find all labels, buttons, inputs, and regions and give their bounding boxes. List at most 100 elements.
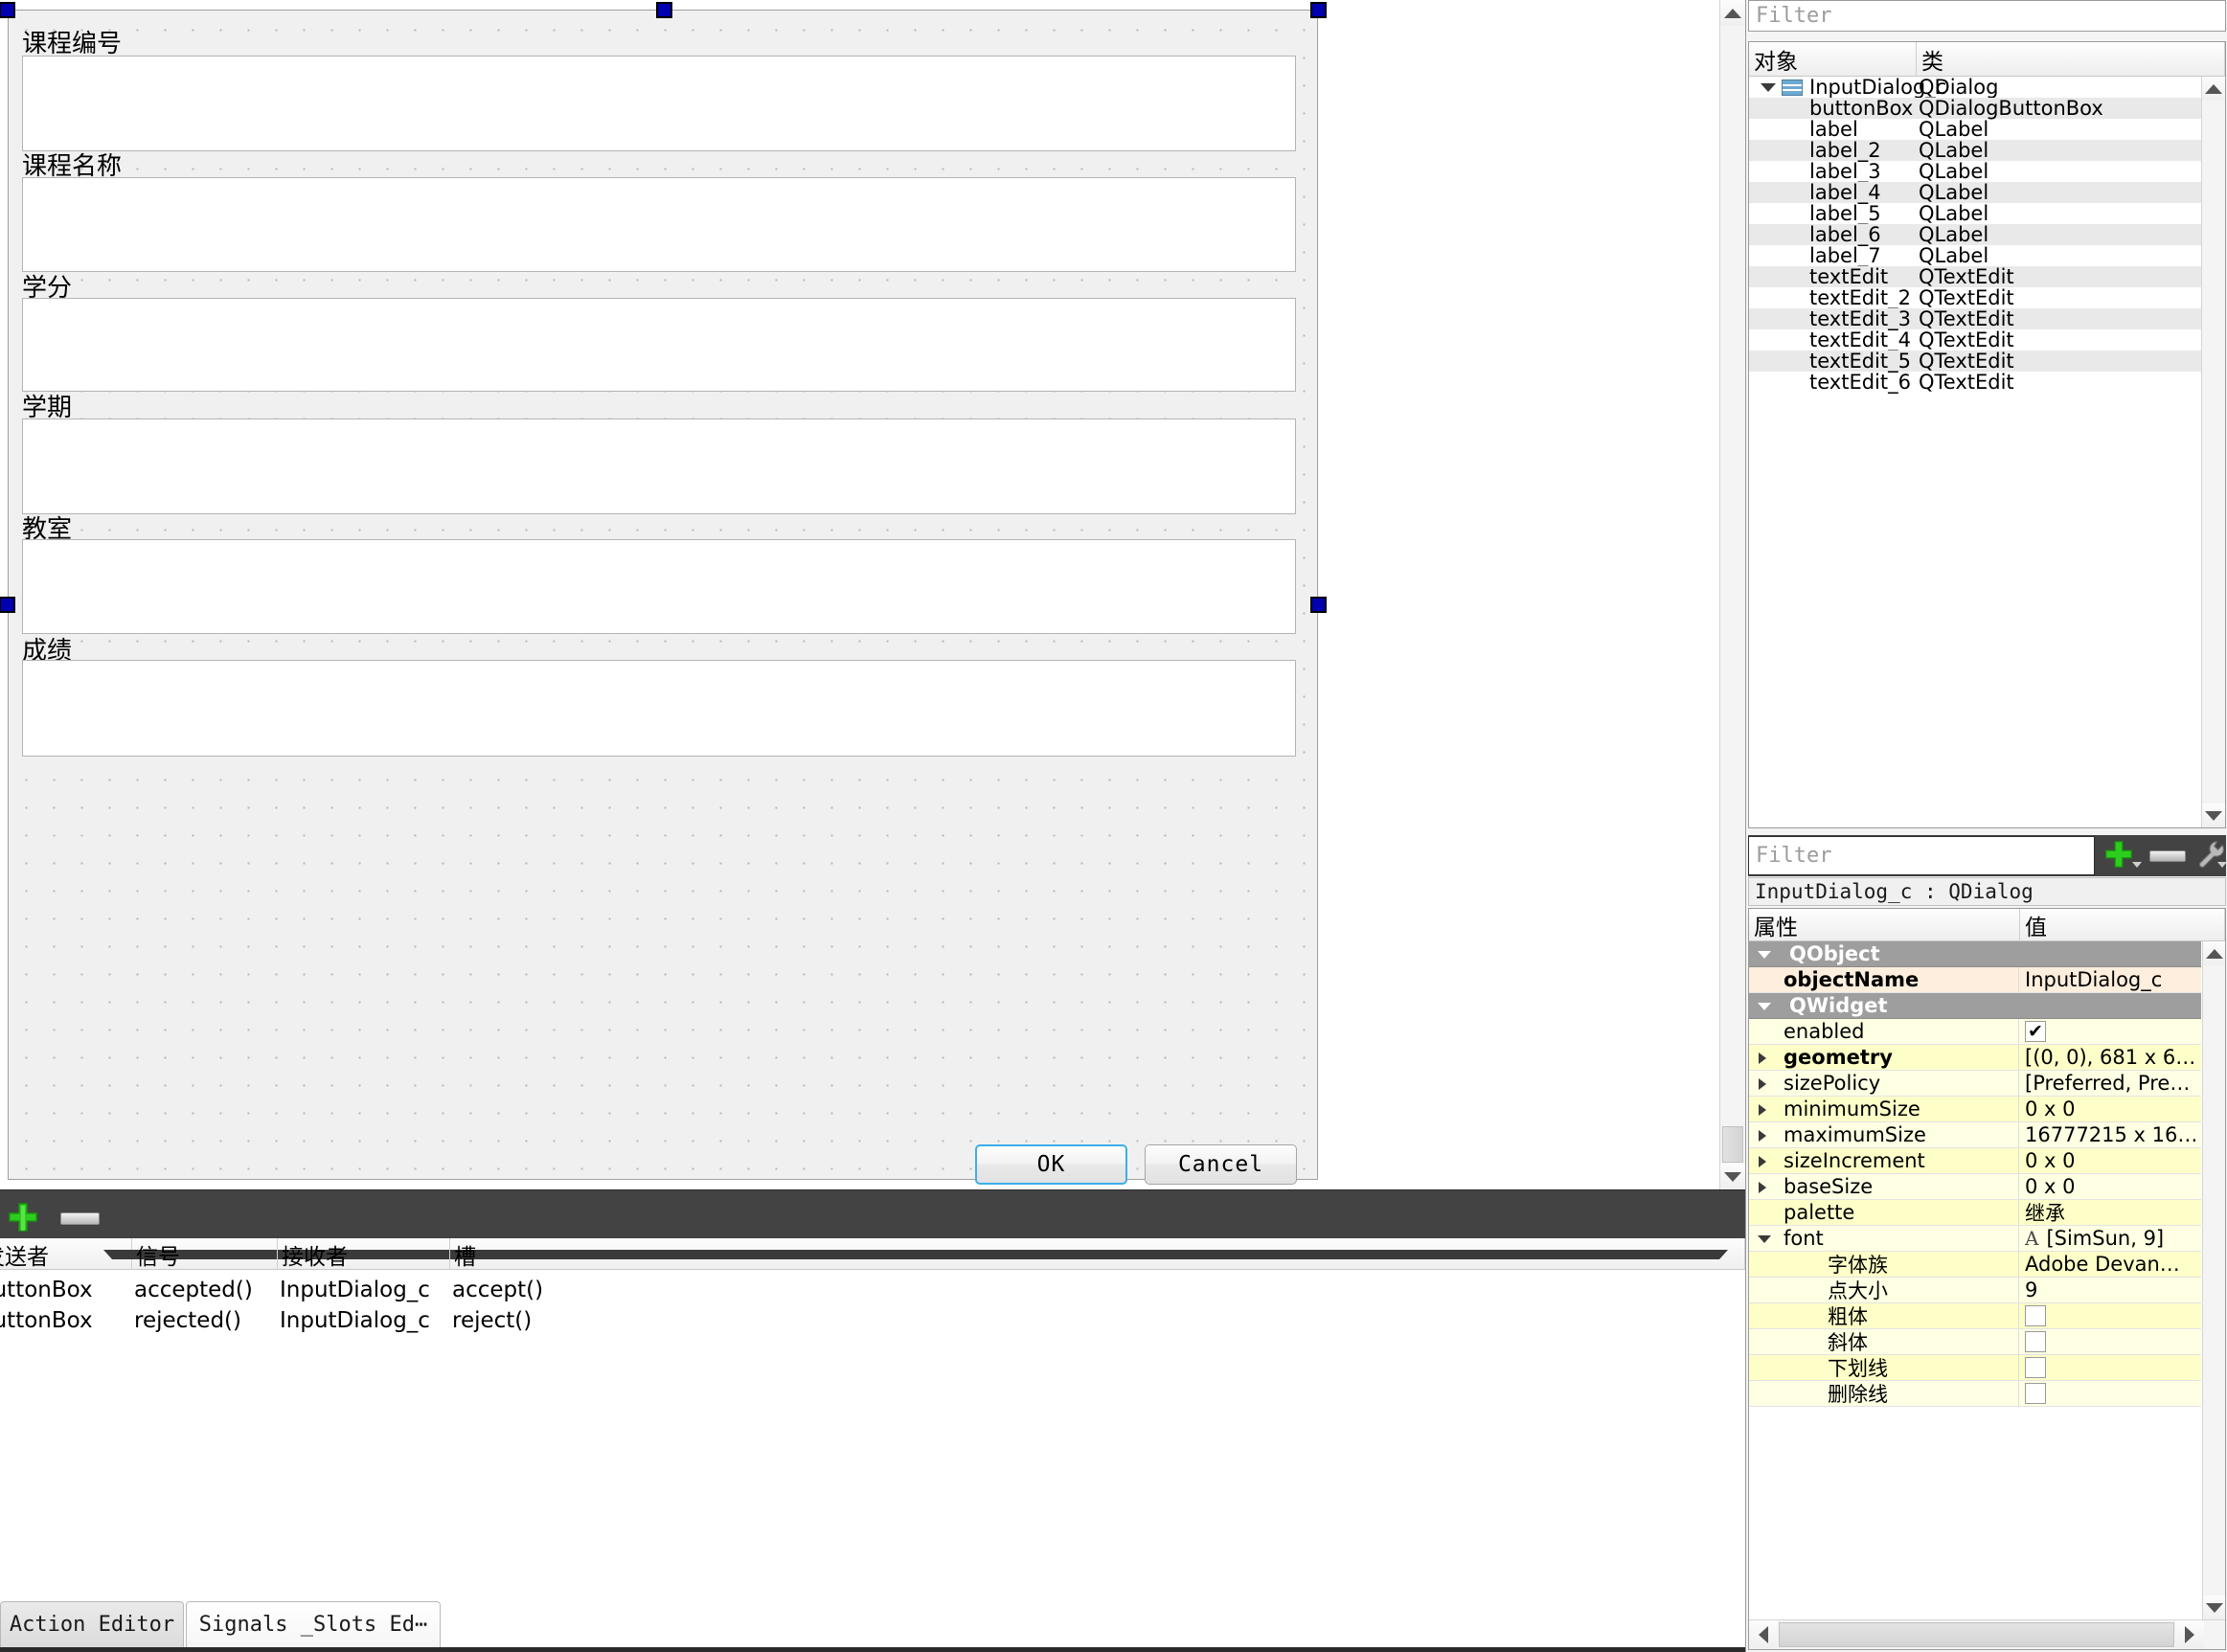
object-tree-row[interactable]: textEdit_3 QTextEdit — [1749, 307, 2201, 330]
property-value[interactable]: 0 x 0 — [2020, 1174, 2201, 1199]
property-scroll-left-button[interactable] — [1749, 1620, 1778, 1649]
property-value[interactable] — [2020, 1329, 2201, 1354]
chevron-down-icon[interactable] — [1758, 951, 1771, 959]
checkbox[interactable] — [2025, 1305, 2046, 1326]
text-edit-3[interactable] — [22, 298, 1296, 392]
tree-scroll-up-button[interactable] — [2202, 77, 2225, 101]
column-header-receiver[interactable]: 接收者 — [278, 1238, 450, 1270]
table-row[interactable]: buttonBox rejected() InputDialog_c rejec… — [0, 1304, 1745, 1336]
property-value[interactable] — [2020, 941, 2201, 966]
tree-scroll-down-button[interactable] — [2202, 803, 2225, 827]
input-dialog-form[interactable]: 课程编号 课程名称 学分 学期 教室 成绩 OK Cancel — [8, 10, 1318, 1185]
object-tree-row[interactable]: label_6 QLabel — [1749, 223, 2201, 246]
property-row[interactable]: sizePolicy [Preferred, Pre… — [1749, 1071, 2201, 1097]
object-tree-row[interactable]: label_5 QLabel — [1749, 202, 2201, 225]
column-header-property[interactable]: 属性 — [1749, 909, 2020, 941]
property-row[interactable]: QWidget — [1749, 993, 2201, 1019]
object-inspector-filter-input[interactable]: Filter — [1748, 0, 2226, 32]
chevron-right-icon[interactable] — [1759, 1104, 1766, 1116]
chevron-right-icon[interactable] — [1759, 1156, 1766, 1167]
canvas-scroll-down-button[interactable] — [1720, 1164, 1745, 1189]
property-value[interactable]: A [SimSun, 9] — [2020, 1226, 2201, 1251]
property-row[interactable]: objectName InputDialog_c — [1749, 967, 2201, 993]
property-value[interactable]: InputDialog_c — [2020, 967, 2201, 992]
object-tree-row[interactable]: textEdit_5 QTextEdit — [1749, 350, 2201, 373]
chevron-down-icon[interactable] — [2217, 862, 2227, 868]
column-header-value[interactable]: 值 — [2020, 909, 2225, 941]
property-value[interactable]: 继承 — [2020, 1200, 2201, 1225]
chevron-right-icon[interactable] — [1759, 1078, 1766, 1090]
property-row[interactable]: baseSize 0 x 0 — [1749, 1174, 2201, 1200]
object-tree-scrollbar[interactable] — [2201, 77, 2225, 827]
object-inspector-tree[interactable]: 对象 类 InputDialog_c QDialog buttonBox QDialo… — [1748, 41, 2226, 828]
field-label-1[interactable]: 课程编号 — [22, 32, 122, 57]
property-row[interactable]: 点大小 9 — [1749, 1278, 2201, 1303]
add-icon[interactable] — [8, 1202, 38, 1233]
form-canvas[interactable]: 课程编号 课程名称 学分 学期 教室 成绩 OK Cancel — [0, 0, 1745, 1189]
field-label-4[interactable]: 学期 — [22, 396, 72, 420]
tab-signals-slots-editor[interactable]: Signals _Slots Ed⋯ — [186, 1601, 441, 1647]
selection-handle-top-center[interactable] — [656, 2, 672, 18]
checkbox[interactable] — [2025, 1357, 2046, 1378]
property-value[interactable]: 9 — [2020, 1278, 2201, 1302]
property-scroll-down-button[interactable] — [2203, 1595, 2225, 1619]
table-row[interactable]: buttonBox accepted() InputDialog_c accep… — [0, 1274, 1745, 1305]
property-row[interactable]: 斜体 — [1749, 1329, 2201, 1355]
property-row[interactable]: sizeIncrement 0 x 0 — [1749, 1148, 2201, 1174]
property-row[interactable]: QObject — [1749, 941, 2201, 967]
selection-handle-top-right[interactable] — [1310, 2, 1327, 18]
remove-icon[interactable] — [60, 1212, 100, 1225]
property-value[interactable]: 0 x 0 — [2020, 1148, 2201, 1173]
chevron-right-icon[interactable] — [1759, 1052, 1766, 1064]
property-hscroll-thumb[interactable] — [1779, 1622, 2174, 1647]
property-scroll-right-button[interactable] — [2175, 1620, 2204, 1649]
chevron-down-icon[interactable] — [1761, 83, 1776, 92]
chevron-down-icon[interactable] — [1758, 1003, 1771, 1010]
cancel-button[interactable]: Cancel — [1145, 1144, 1297, 1185]
property-row[interactable]: palette 继承 — [1749, 1200, 2201, 1226]
property-table-hscrollbar[interactable] — [1749, 1619, 2225, 1649]
object-tree-row[interactable]: label_7 QLabel — [1749, 244, 2201, 267]
property-value[interactable] — [2020, 1381, 2201, 1406]
ok-button[interactable]: OK — [975, 1144, 1127, 1185]
property-row[interactable]: minimumSize 0 x 0 — [1749, 1097, 2201, 1122]
property-value[interactable]: ✔ — [2020, 1019, 2201, 1044]
property-table-scrollbar[interactable] — [2202, 941, 2225, 1619]
property-value[interactable]: [Preferred, Pre… — [2020, 1071, 2201, 1096]
text-edit-5[interactable] — [22, 539, 1296, 634]
object-tree-row[interactable]: textEdit_6 QTextEdit — [1749, 371, 2201, 394]
property-scroll-up-button[interactable] — [2203, 941, 2225, 965]
field-label-2[interactable]: 课程名称 — [22, 154, 122, 179]
checkbox[interactable]: ✔ — [2025, 1021, 2046, 1042]
object-tree-row[interactable]: label_2 QLabel — [1749, 139, 2201, 162]
text-edit-2[interactable] — [22, 177, 1296, 272]
object-tree-row[interactable]: label_3 QLabel — [1749, 160, 2201, 183]
property-value[interactable] — [2020, 1355, 2201, 1380]
remove-property-icon[interactable] — [2149, 850, 2186, 862]
canvas-scroll-up-button[interactable] — [1720, 0, 1745, 26]
property-row[interactable]: 下划线 — [1749, 1355, 2201, 1381]
property-editor-table[interactable]: 属性 值 QObject objectName InputDialog_c QWidg… — [1748, 908, 2226, 1650]
property-value[interactable] — [2020, 993, 2201, 1018]
property-row[interactable]: 字体族 Adobe Devan… — [1749, 1252, 2201, 1278]
text-edit-4[interactable] — [22, 419, 1296, 514]
selection-handle-middle-right[interactable] — [1310, 597, 1327, 613]
chevron-right-icon[interactable] — [1759, 1130, 1766, 1142]
property-value[interactable]: [(0, 0), 681 x 6… — [2020, 1045, 2201, 1070]
property-row[interactable]: font A [SimSun, 9] — [1749, 1226, 2201, 1252]
canvas-vertical-scrollbar[interactable] — [1719, 0, 1745, 1189]
column-header-class[interactable]: 类 — [1917, 42, 2225, 77]
object-tree-row[interactable]: textEdit_4 QTextEdit — [1749, 328, 2201, 351]
chevron-down-icon[interactable] — [1758, 1235, 1771, 1243]
selection-handle-middle-left[interactable] — [0, 597, 15, 613]
object-tree-row[interactable]: textEdit_2 QTextEdit — [1749, 286, 2201, 309]
property-value[interactable] — [2020, 1303, 2201, 1328]
column-header-slot[interactable]: 槽 — [450, 1238, 1745, 1270]
chevron-right-icon[interactable] — [1759, 1182, 1766, 1193]
property-editor-filter-input[interactable]: Filter — [1748, 836, 2095, 875]
property-row[interactable]: geometry [(0, 0), 681 x 6… — [1749, 1045, 2201, 1071]
column-header-object[interactable]: 对象 — [1749, 42, 1917, 77]
object-tree-row[interactable]: InputDialog_c QDialog — [1749, 76, 2201, 99]
text-edit-1[interactable] — [22, 56, 1296, 151]
tab-action-editor[interactable]: Action Editor — [0, 1601, 184, 1647]
